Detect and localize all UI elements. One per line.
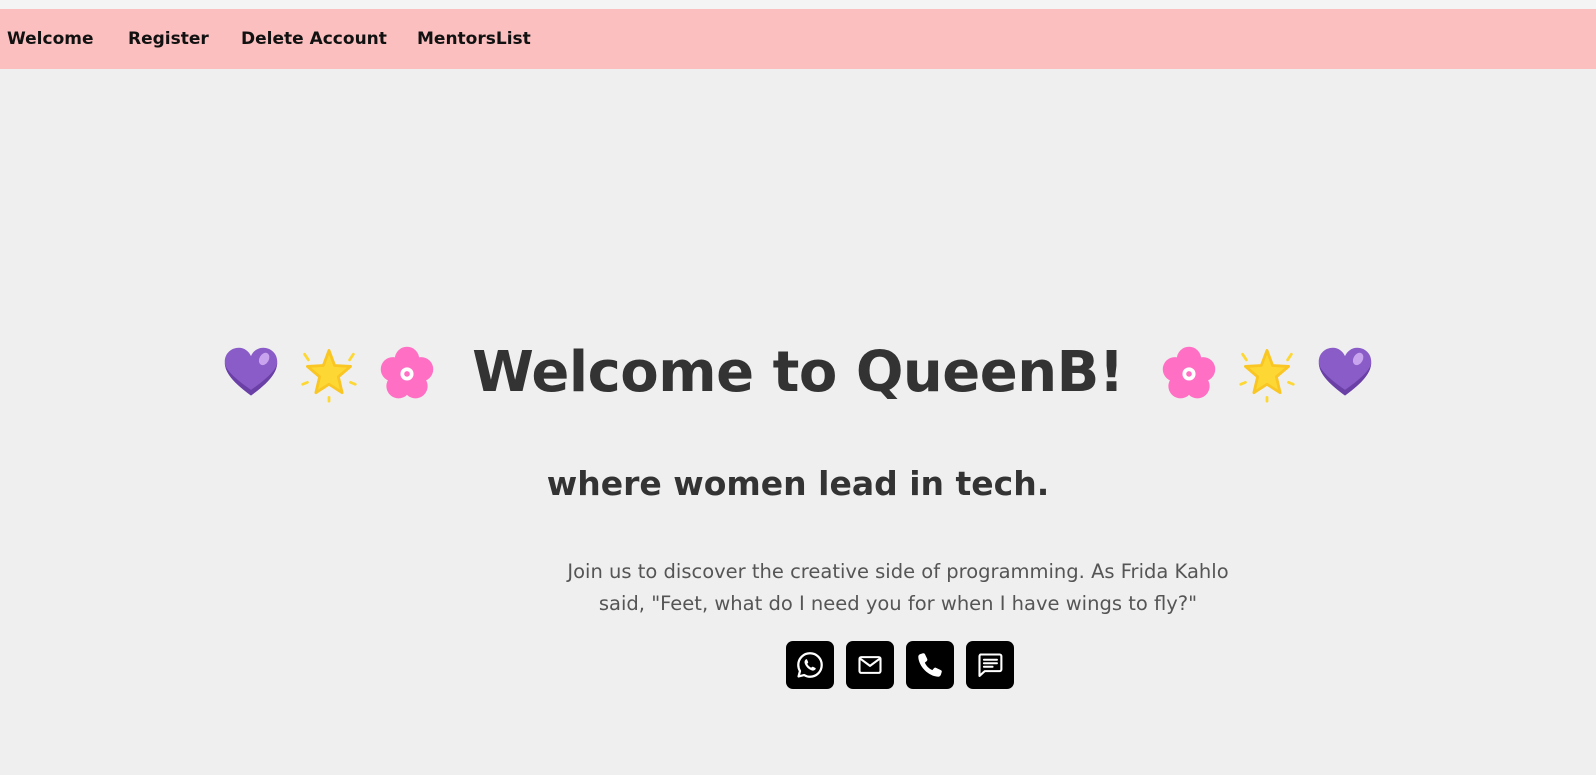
cherry-blossom-icon (1162, 346, 1216, 398)
glowing-star-icon (301, 348, 357, 403)
hero-quote: Join us to discover the creative side of… (548, 556, 1248, 620)
purple-heart-icon (1318, 347, 1372, 395)
whatsapp-icon (797, 652, 823, 678)
nav-link-register[interactable]: Register (128, 9, 209, 69)
message-icon (978, 653, 1003, 677)
purple-heart-icon (224, 347, 278, 395)
phone-button[interactable] (906, 641, 954, 689)
message-button[interactable] (966, 641, 1014, 689)
phone-icon (918, 653, 942, 677)
nav-link-mentors-list[interactable]: MentorsList (417, 9, 531, 69)
hero-subtitle: where women lead in tech. (546, 464, 1050, 503)
email-icon (858, 656, 882, 674)
hero-quote-line-1: Join us to discover the creative side of… (567, 560, 1229, 583)
hero-title-row: Welcome to QueenB! (0, 340, 1596, 405)
navbar: Welcome Register Delete Account MentorsL… (0, 9, 1596, 69)
nav-link-welcome[interactable]: Welcome (7, 9, 94, 69)
email-button[interactable] (846, 641, 894, 689)
glowing-star-icon (1239, 348, 1295, 403)
whatsapp-button[interactable] (786, 641, 834, 689)
top-strip (0, 0, 1596, 9)
nav-link-delete-account[interactable]: Delete Account (241, 9, 387, 69)
cherry-blossom-icon (380, 346, 434, 398)
hero-quote-line-2: said, "Feet, what do I need you for when… (598, 592, 1198, 615)
page-title: Welcome to QueenB! (472, 340, 1124, 405)
contact-buttons (786, 641, 1014, 689)
